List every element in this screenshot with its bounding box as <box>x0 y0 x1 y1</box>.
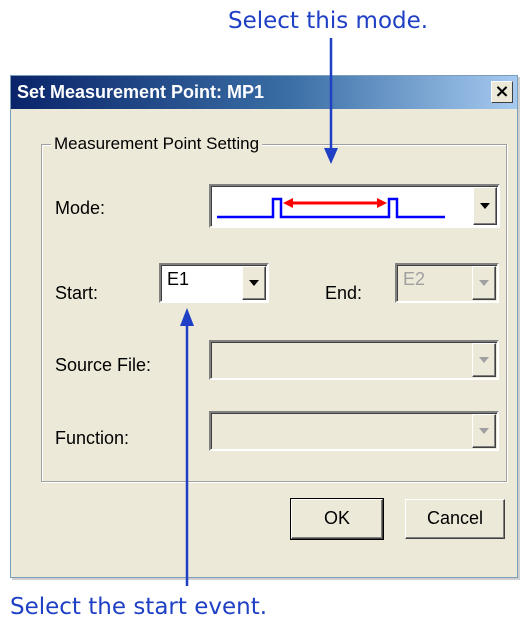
end-label: End: <box>325 283 363 303</box>
start-dropdown-button[interactable] <box>242 266 266 300</box>
mode-dropdown[interactable] <box>209 184 500 228</box>
function-dropdown <box>209 411 499 451</box>
close-button[interactable]: × <box>491 81 513 103</box>
annotation-select-start-event: Select the start event. <box>10 594 268 620</box>
title-bar[interactable]: Set Measurement Point: MP1 × <box>11 76 517 109</box>
end-event-value: E2 <box>403 269 426 289</box>
end-dropdown-button <box>472 266 496 300</box>
pulse-interval-icon <box>217 197 445 219</box>
source-file-label: Source File: <box>55 355 152 375</box>
end-event-dropdown: E2 <box>395 263 499 303</box>
annotation-select-mode: Select this mode. <box>228 8 429 34</box>
start-label: Start: <box>55 283 99 303</box>
function-dropdown-button <box>472 414 496 448</box>
close-icon: × <box>494 81 510 102</box>
group-label: Measurement Point Setting <box>51 134 263 154</box>
mode-dropdown-button[interactable] <box>473 187 497 225</box>
source-file-dropdown-button <box>472 343 496 377</box>
set-measurement-point-dialog: Set Measurement Point: MP1 × Measurement… <box>10 75 518 578</box>
start-event-dropdown[interactable]: E1 <box>159 263 269 303</box>
ok-button[interactable]: OK <box>290 498 384 540</box>
function-label: Function: <box>55 428 130 448</box>
start-event-value: E1 <box>167 269 190 289</box>
source-file-dropdown <box>209 340 499 380</box>
dialog-title: Set Measurement Point: MP1 <box>17 82 265 102</box>
mode-label: Mode: <box>55 198 106 218</box>
cancel-button[interactable]: Cancel <box>405 499 505 539</box>
